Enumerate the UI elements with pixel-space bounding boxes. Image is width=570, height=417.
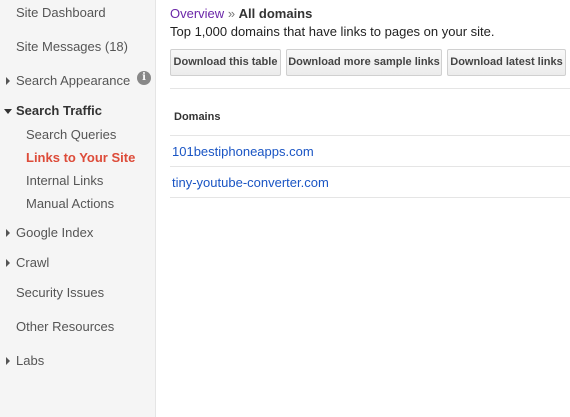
sidebar-item-label: Labs	[16, 353, 45, 368]
sidebar-item-label: Google Index	[16, 225, 94, 240]
divider	[170, 135, 570, 136]
divider	[170, 166, 570, 167]
sidebar-subitem-links-to-your-site[interactable]: Links to Your Site	[26, 150, 135, 165]
breadcrumb-separator: »	[227, 6, 236, 21]
expand-arrow-icon	[6, 77, 10, 85]
table-column-header: Domains	[174, 111, 221, 123]
divider	[170, 88, 570, 89]
sidebar-item-label: Other Resources	[16, 319, 115, 334]
table-row-domain-link[interactable]: 101bestiphoneapps.com	[172, 144, 314, 159]
breadcrumb: Overview » All domains	[170, 6, 312, 21]
table-row-domain-link[interactable]: tiny-youtube-converter.com	[172, 175, 329, 190]
sidebar: Site Dashboard Site Messages (18) Search…	[0, 0, 156, 417]
download-table-button[interactable]: Download this table	[170, 49, 281, 76]
expand-arrow-icon	[6, 229, 10, 237]
sidebar-item-label: Search Appearance	[16, 73, 131, 88]
sidebar-item-label: Search Traffic	[16, 103, 102, 118]
sidebar-subitem-internal-links[interactable]: Internal Links	[26, 173, 103, 188]
sidebar-item-label: Site Messages (18)	[16, 39, 128, 54]
breadcrumb-current: All domains	[238, 6, 313, 21]
expand-arrow-icon	[6, 259, 10, 267]
download-latest-links-button[interactable]: Download latest links	[447, 49, 566, 76]
breadcrumb-overview-link[interactable]: Overview	[170, 6, 224, 21]
download-sample-links-button[interactable]: Download more sample links	[286, 49, 442, 76]
expand-arrow-icon	[6, 357, 10, 365]
page-subtitle: Top 1,000 domains that have links to pag…	[170, 24, 495, 39]
info-icon[interactable]: i	[137, 71, 151, 85]
sidebar-item-label: Site Dashboard	[16, 5, 106, 20]
divider	[170, 197, 570, 198]
sidebar-subitem-search-queries[interactable]: Search Queries	[26, 127, 116, 142]
sidebar-item-label: Security Issues	[16, 285, 105, 300]
collapse-arrow-icon	[4, 109, 12, 114]
sidebar-item-label: Crawl	[16, 255, 50, 270]
sidebar-subitem-manual-actions[interactable]: Manual Actions	[26, 196, 114, 211]
